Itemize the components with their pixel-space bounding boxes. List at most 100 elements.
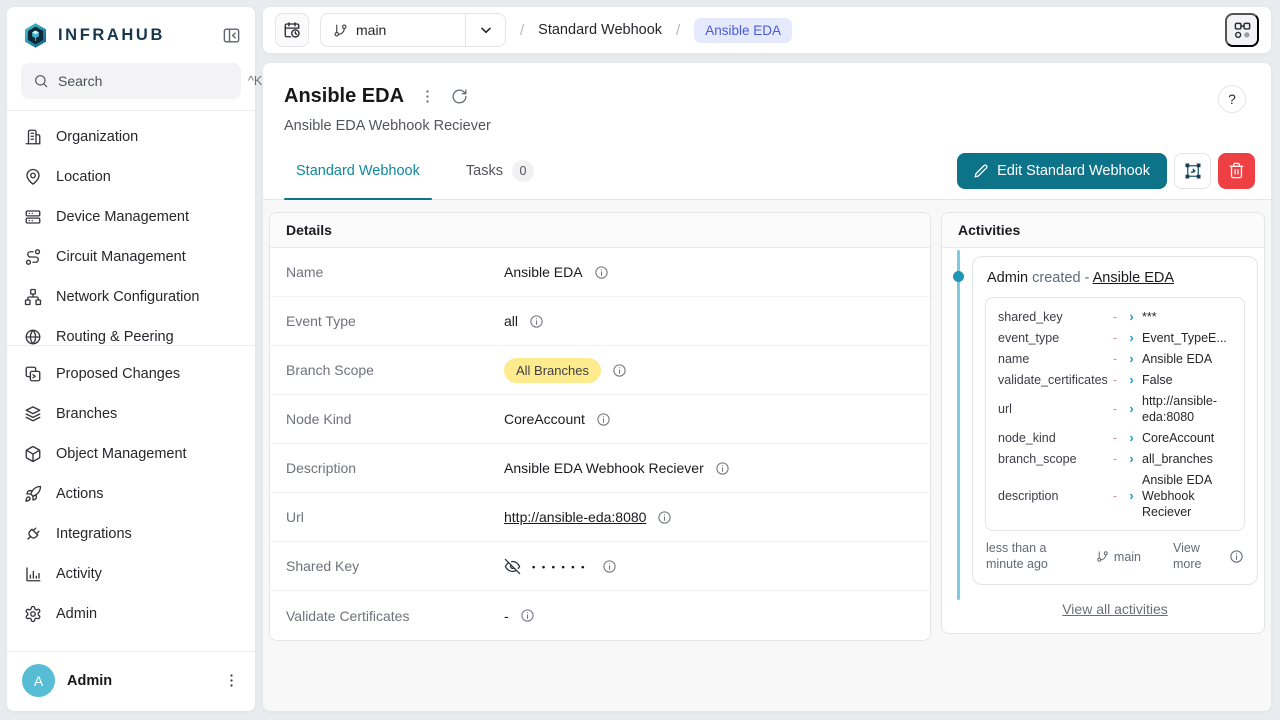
activity-entry: Admin created - Ansible EDA shared_key-›… <box>972 256 1258 585</box>
delete-button[interactable] <box>1218 153 1255 189</box>
property-chevron-marker: › <box>1124 430 1139 445</box>
infrahub-logo-icon <box>22 22 49 49</box>
sidebar-item-label: Proposed Changes <box>56 366 180 382</box>
help-button[interactable]: ? <box>1218 85 1246 113</box>
branch-selector[interactable]: main <box>320 13 506 47</box>
view-all-activities-link[interactable]: View all activities <box>972 601 1258 617</box>
page-title: Ansible EDA <box>284 85 404 108</box>
detail-label: Node Kind <box>286 411 504 427</box>
detail-row-shared-key: Shared Key •••••• <box>270 542 930 591</box>
sidebar-item-location[interactable]: Location <box>7 157 255 197</box>
sidebar-item-label: Device Management <box>56 209 189 225</box>
edit-webhook-button[interactable]: Edit Standard Webhook <box>957 153 1167 189</box>
calendar-clock-icon <box>283 21 301 39</box>
user-menu-kebab-icon[interactable] <box>223 672 240 689</box>
breadcrumb-parent[interactable]: Standard Webhook <box>538 22 662 38</box>
property-name: event_type <box>998 331 1106 345</box>
property-chevron-marker: › <box>1124 488 1139 503</box>
eye-off[interactable] <box>504 558 521 575</box>
sidebar-item-label: Actions <box>56 486 104 502</box>
gear-icon <box>24 605 42 623</box>
detail-value: http://ansible-eda:8080 <box>504 509 672 525</box>
search-input[interactable] <box>58 73 239 89</box>
sidebar-item-label: Circuit Management <box>56 249 186 265</box>
sidebar-item-integrations[interactable]: Integrations <box>7 514 255 554</box>
sidebar-item-network-configuration[interactable]: Network Configuration <box>7 277 255 317</box>
sidebar-menu-primary: Organization Location Device Management Cir… <box>7 111 255 345</box>
refresh-icon[interactable] <box>451 88 468 105</box>
property-name: branch_scope <box>998 452 1106 466</box>
sidebar-user[interactable]: A Admin <box>7 651 255 711</box>
schema-button[interactable] <box>1225 13 1259 47</box>
info[interactable] <box>529 314 544 329</box>
sidebar-item-activity[interactable]: Activity <box>7 554 255 594</box>
breadcrumb-current[interactable]: Ansible EDA <box>694 18 792 43</box>
title-kebab-icon[interactable] <box>419 88 436 105</box>
activity-property-node-kind: node_kind-›CoreAccount <box>998 427 1234 448</box>
view-more-link[interactable]: View more <box>1173 541 1215 572</box>
masked-secret-value: •••••• <box>532 560 591 573</box>
activity-properties: shared_key-›***event_type-›Event_TypeE..… <box>985 297 1245 531</box>
time-travel-button[interactable] <box>275 13 309 47</box>
search-icon <box>33 73 49 89</box>
property-name: url <box>998 402 1106 416</box>
detail-row-validate-certificates: Validate Certificates- <box>270 591 930 640</box>
detail-label: Validate Certificates <box>286 608 504 624</box>
tab-tasks[interactable]: Tasks 0 <box>454 142 546 199</box>
activity-action: created <box>1032 270 1080 286</box>
sidebar-item-actions[interactable]: Actions <box>7 474 255 514</box>
branch-selector-value: main <box>321 14 465 46</box>
detail-value-text: all <box>504 313 518 329</box>
sidebar-collapse-icon[interactable] <box>222 26 241 45</box>
detail-row-node-kind: Node KindCoreAccount <box>270 395 930 444</box>
detail-row-branch-scope: Branch ScopeAll Branches <box>270 346 930 395</box>
sidebar-item-branches[interactable]: Branches <box>7 394 255 434</box>
property-dash-marker: - <box>1109 489 1121 503</box>
sidebar-item-label: Organization <box>56 129 138 145</box>
property-chevron-marker: › <box>1124 330 1139 345</box>
property-dash-marker: - <box>1109 431 1121 445</box>
info[interactable] <box>657 510 672 525</box>
sidebar-item-organization[interactable]: Organization <box>7 117 255 157</box>
tab-tasks-count-badge: 0 <box>512 160 534 182</box>
activity-object-link[interactable]: Ansible EDA <box>1093 270 1174 286</box>
main-panel: Ansible EDA ? Ansible EDA Webhook Reciev… <box>262 62 1272 712</box>
sidebar-item-label: Location <box>56 169 111 185</box>
detail-row-url: Urlhttp://ansible-eda:8080 <box>270 493 930 542</box>
tab-standard-webhook[interactable]: Standard Webhook <box>284 142 432 199</box>
info[interactable] <box>596 412 611 427</box>
url-link[interactable]: http://ansible-eda:8080 <box>504 509 646 525</box>
sidebar-item-label: Branches <box>56 406 117 422</box>
rocket-icon <box>24 485 42 503</box>
building-icon <box>24 128 42 146</box>
info[interactable] <box>612 363 627 378</box>
diff-icon <box>24 365 42 383</box>
manage-groups-button[interactable] <box>1174 153 1211 189</box>
branch-selector-toggle[interactable] <box>466 14 505 46</box>
sidebar-item-circuit-management[interactable]: Circuit Management <box>7 237 255 277</box>
property-dash-marker: - <box>1109 402 1121 416</box>
tab-bar: Standard Webhook Tasks 0 Edit Standard W… <box>263 142 1271 200</box>
sidebar-item-device-management[interactable]: Device Management <box>7 197 255 237</box>
details-panel-title: Details <box>270 213 930 248</box>
object-group-icon <box>1184 162 1202 180</box>
sidebar-menu-secondary: Proposed Changes Branches Object Managemen… <box>7 346 255 634</box>
sidebar-item-object-management[interactable]: Object Management <box>7 434 255 474</box>
avatar: A <box>22 664 55 697</box>
activity-entry-title: Admin created - Ansible EDA <box>973 257 1257 297</box>
info[interactable] <box>715 461 730 476</box>
detail-label: Shared Key <box>286 558 504 574</box>
property-chevron-marker: › <box>1124 451 1139 466</box>
sidebar-item-routing-peering[interactable]: Routing & Peering <box>7 317 255 345</box>
sidebar-item-label: Routing & Peering <box>56 329 174 345</box>
info[interactable] <box>594 265 609 280</box>
sidebar-item-proposed-changes[interactable]: Proposed Changes <box>7 354 255 394</box>
search-box[interactable]: ^K <box>21 63 241 99</box>
info-icon[interactable] <box>1229 549 1244 564</box>
info[interactable] <box>520 608 535 623</box>
sidebar-item-admin[interactable]: Admin <box>7 594 255 634</box>
detail-value: all <box>504 313 544 329</box>
info[interactable] <box>602 559 617 574</box>
detail-label: Name <box>286 264 504 280</box>
box-icon <box>24 445 42 463</box>
